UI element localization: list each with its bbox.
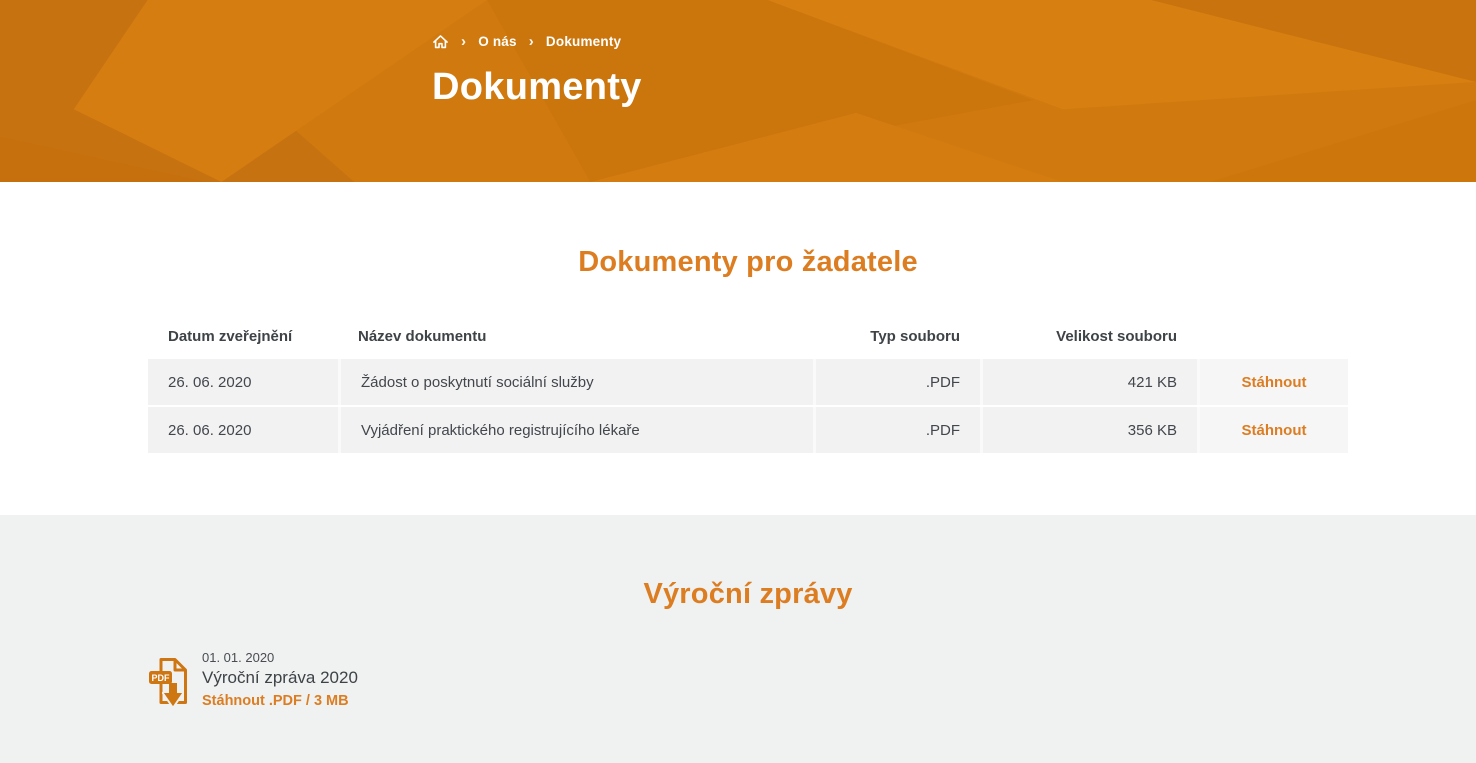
report-text: 01. 01. 2020 Výroční zpráva 2020 Stáhnou… [202,650,358,710]
column-header-date: Datum zveřejnění [148,324,338,357]
applicants-heading: Dokumenty pro žadatele [148,246,1348,279]
cell-file-size: 356 KB [980,407,1197,453]
documents-table: Datum zveřejnění Název dokumentu Typ sou… [148,324,1348,453]
cell-file-type: .PDF [813,359,980,405]
report-title: Výroční zpráva 2020 [202,668,358,688]
breadcrumb-home-link[interactable] [432,33,449,50]
cell-document-name: Žádost o poskytnutí sociální služby [338,359,813,405]
cell-download: Stáhnout [1197,359,1348,405]
column-header-size: Velikost souboru [980,324,1197,357]
cell-date: 26. 06. 2020 [148,407,338,453]
download-link[interactable]: Stáhnout [1242,374,1307,391]
breadcrumb-current: Dokumenty [546,34,621,49]
page-title: Dokumenty [432,66,1476,109]
breadcrumb-link-o-nas[interactable]: O nás [478,34,517,49]
home-icon [432,33,449,50]
table-row: 26. 06. 2020 Žádost o poskytnutí sociáln… [148,359,1348,405]
download-link[interactable]: Stáhnout [1242,422,1307,439]
report-date: 01. 01. 2020 [202,650,358,665]
page-header: › O nás › Dokumenty Dokumenty [0,0,1476,182]
column-header-download [1197,324,1348,357]
breadcrumb-separator: › [529,33,534,50]
cell-file-size: 421 KB [980,359,1197,405]
applicants-section: Dokumenty pro žadatele Datum zveřejnění … [0,182,1476,515]
report-item: PDF 01. 01. 2020 Výroční zpráva 2020 Stá… [148,650,1348,715]
reports-heading: Výroční zprávy [148,578,1348,611]
column-header-type: Typ souboru [813,324,980,357]
svg-text:PDF: PDF [152,673,171,683]
table-header-row: Datum zveřejnění Název dokumentu Typ sou… [148,324,1348,357]
breadcrumb: › O nás › Dokumenty [432,33,1476,50]
pdf-download-icon[interactable]: PDF [148,656,190,715]
reports-section: Výroční zprávy PDF 01. 01. 2020 Výroční … [0,515,1476,763]
table-row: 26. 06. 2020 Vyjádření praktického regis… [148,407,1348,453]
breadcrumb-separator: › [461,33,466,50]
cell-download: Stáhnout [1197,407,1348,453]
cell-date: 26. 06. 2020 [148,359,338,405]
cell-document-name: Vyjádření praktického registrujícího lék… [338,407,813,453]
cell-file-type: .PDF [813,407,980,453]
report-download-link[interactable]: Stáhnout .PDF / 3 MB [202,693,349,709]
column-header-name: Název dokumentu [338,324,813,357]
